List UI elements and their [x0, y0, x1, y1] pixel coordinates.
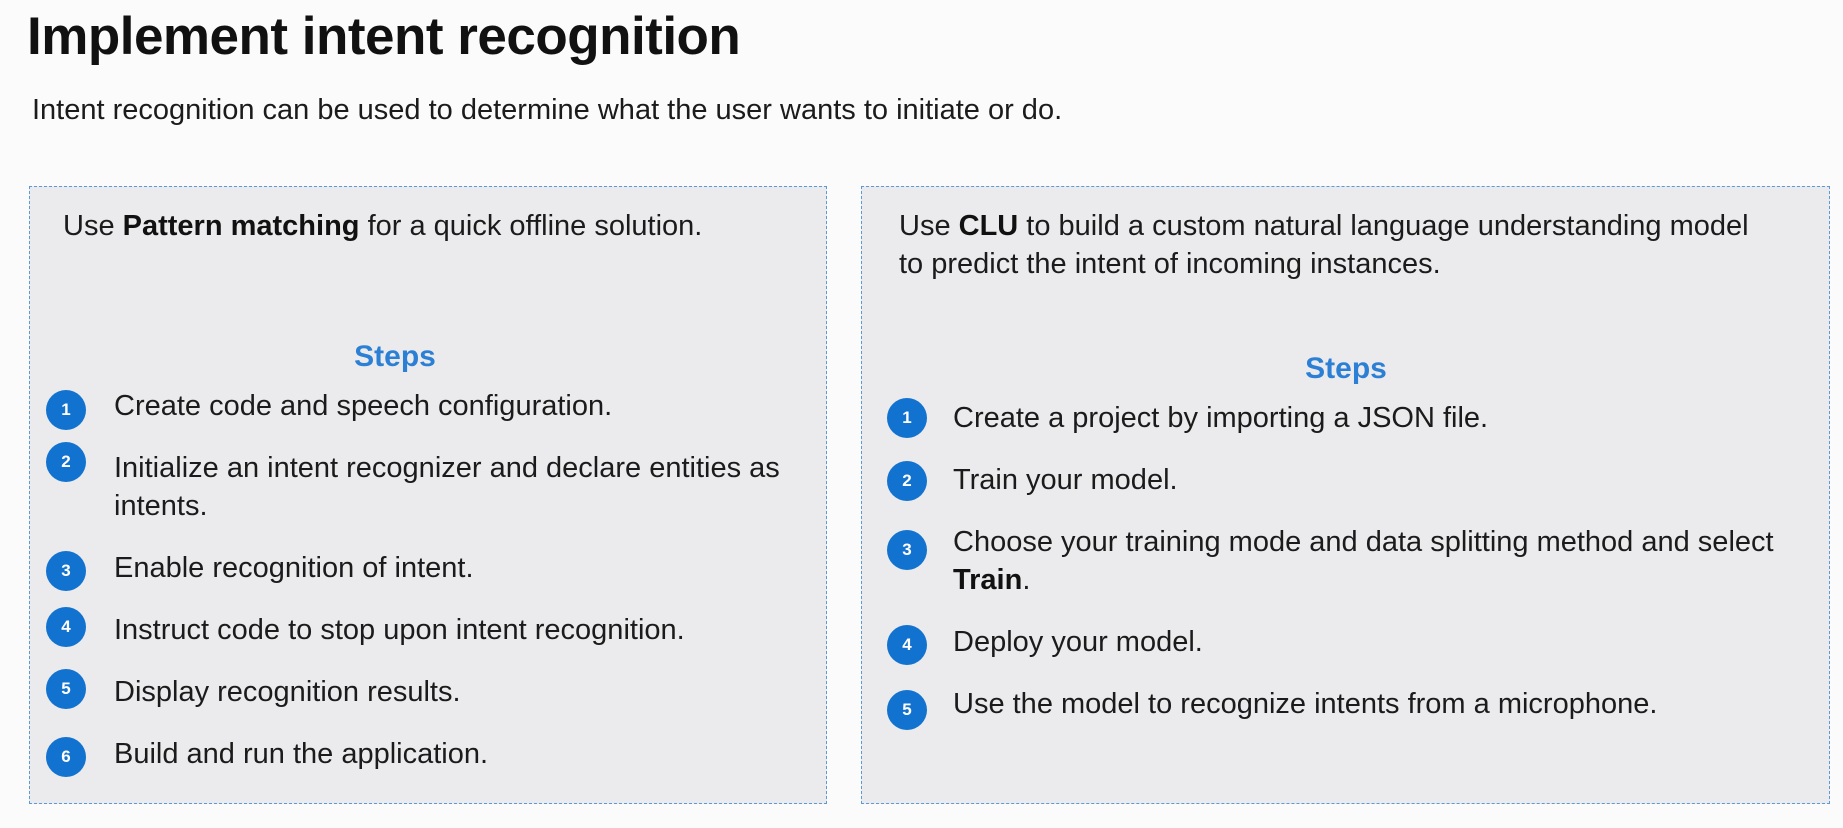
step-number-badge: 2 [887, 461, 927, 501]
pattern-matching-panel: Use Pattern matching for a quick offline… [29, 186, 827, 804]
step-text: Create code and speech configuration. [114, 390, 613, 422]
step-text: Deploy your model. [953, 626, 1203, 658]
step-text-prefix: Choose your training mode and data split… [953, 526, 1774, 558]
slide-title: Implement intent recognition [27, 7, 741, 66]
step-number-badge: 4 [887, 625, 927, 665]
step-number-badge: 3 [46, 551, 86, 591]
intro-suffix: for a quick offline solution. [359, 210, 703, 242]
step-text: Use the model to recognize intents from … [953, 688, 1658, 720]
step-text-suffix: . [1022, 564, 1031, 596]
step-number-badge: 3 [887, 530, 927, 570]
step-number-badge: 5 [46, 669, 86, 709]
intro-prefix: Use [63, 210, 123, 242]
intro-bold: Pattern matching [122, 210, 360, 242]
step-text: Choose your training mode and data split… [953, 523, 1813, 599]
step-number-badge: 1 [887, 398, 927, 438]
step-text: Create a project by importing a JSON fil… [953, 402, 1489, 434]
slide-subtitle: Intent recognition can be used to determ… [32, 94, 1063, 126]
step-number-badge: 2 [46, 442, 86, 482]
step-text: Build and run the application. [114, 738, 489, 770]
step-text: Instruct code to stop upon intent recogn… [114, 614, 685, 646]
step-text-bold: Train [953, 564, 1023, 596]
step-number-badge: 1 [46, 390, 86, 430]
clu-intro: Use CLU to build a custom natural langua… [899, 207, 1779, 283]
intro-bold: CLU [958, 210, 1019, 242]
intro-prefix: Use [899, 210, 959, 242]
intro-suffix: to build a custom natural language under… [899, 210, 1749, 280]
pattern-matching-intro: Use Pattern matching for a quick offline… [63, 207, 803, 245]
steps-heading: Steps [354, 340, 436, 373]
step-text: Train your model. [953, 464, 1178, 496]
step-text: Display recognition results. [114, 676, 461, 708]
step-number-badge: 6 [46, 737, 86, 777]
steps-heading: Steps [1305, 352, 1387, 385]
step-number-badge: 5 [887, 690, 927, 730]
clu-panel: Use CLU to build a custom natural langua… [861, 186, 1830, 804]
step-text: Enable recognition of intent. [114, 552, 474, 584]
step-text: Initialize an intent recognizer and decl… [114, 452, 780, 522]
step-number-badge: 4 [46, 607, 86, 647]
